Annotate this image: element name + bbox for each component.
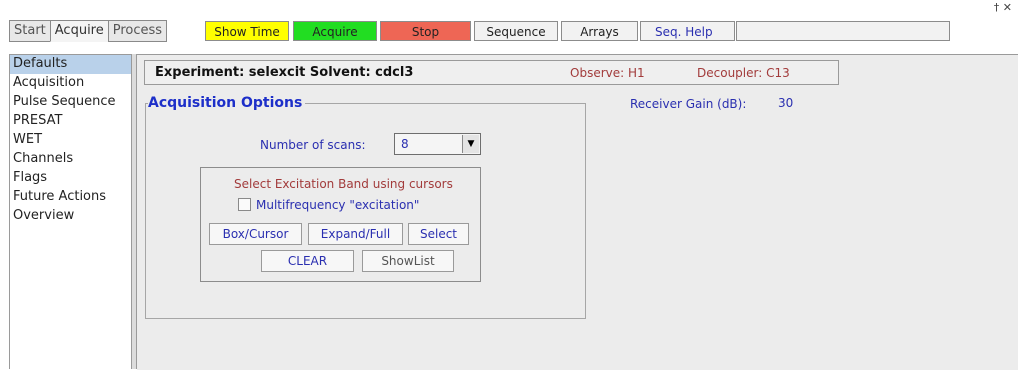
pin-close-icon[interactable]: † ✕ [994,1,1012,14]
experiment-bar: Experiment: selexcit Solvent: cdcl3 Obse… [144,60,839,85]
tab-process[interactable]: Process [107,20,168,42]
receiver-gain-value[interactable]: 30 [778,96,793,110]
top-toolbar: Start Acquire Process Show Time Acquire … [0,0,1018,46]
decoupler-label: Decoupler: C13 [697,66,790,80]
sequence-button[interactable]: Sequence [474,21,558,41]
number-of-scans-value: 8 [401,137,409,151]
excitation-band-title: Select Excitation Band using cursors [234,177,453,191]
seq-help-button[interactable]: Seq. Help [640,21,735,41]
acquire-button[interactable]: Acquire [293,21,377,41]
expand-full-button[interactable]: Expand/Full [308,223,403,245]
sidebar-item-pulse-sequence[interactable]: Pulse Sequence [10,93,131,112]
sidebar-item-channels[interactable]: Channels [10,150,131,169]
showlist-button[interactable]: ShowList [362,250,454,272]
sidebar-item-flags[interactable]: Flags [10,169,131,188]
select-button[interactable]: Select [408,223,469,245]
tab-acquire[interactable]: Acquire [49,20,109,42]
sidebar-item-wet[interactable]: WET [10,131,131,150]
acquisition-options-title: Acquisition Options [148,95,306,111]
sidebar-item-overview[interactable]: Overview [10,207,131,226]
tab-bar: Start Acquire Process [9,20,168,42]
tab-start[interactable]: Start [9,20,51,42]
multifrequency-label[interactable]: Multifrequency "excitation" [256,198,419,212]
sidebar: Defaults Acquisition Pulse Sequence PRES… [9,54,132,369]
sidebar-item-presat[interactable]: PRESAT [10,112,131,131]
clear-button[interactable]: CLEAR [261,250,354,272]
toolbar-spacer-button [736,21,950,41]
box-cursor-button[interactable]: Box/Cursor [209,223,302,245]
experiment-solvent-text: Experiment: selexcit Solvent: cdcl3 [155,65,414,80]
receiver-gain-label: Receiver Gain (dB): [630,97,747,111]
arrays-button[interactable]: Arrays [561,21,638,41]
sidebar-item-acquisition[interactable]: Acquisition [10,74,131,93]
multifrequency-checkbox[interactable] [238,198,251,211]
sidebar-item-future-actions[interactable]: Future Actions [10,188,131,207]
show-time-button[interactable]: Show Time [205,21,289,41]
stop-button[interactable]: Stop [380,21,471,41]
number-of-scans-label: Number of scans: [260,138,366,152]
observe-label: Observe: H1 [570,66,645,80]
sidebar-item-defaults[interactable]: Defaults [10,55,131,74]
dropdown-arrow-icon[interactable]: ▼ [462,135,479,153]
number-of-scans-select[interactable]: 8 ▼ [394,133,481,155]
